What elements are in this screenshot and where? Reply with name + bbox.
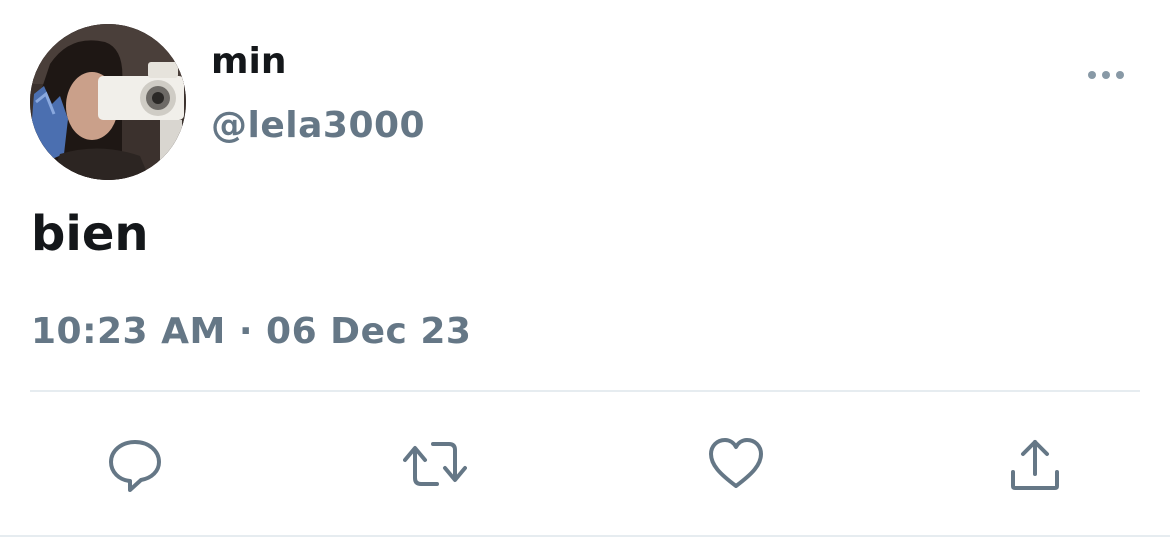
retweet-icon [403,442,467,486]
more-options-button[interactable] [1080,60,1132,90]
share-button[interactable] [1003,432,1067,496]
bottom-divider [0,535,1170,537]
tweet-card: min @lela3000 bien 10:23 AM · 06 Dec 23 [0,0,1170,555]
reply-icon [109,440,161,492]
heart-icon [709,438,763,488]
tweet-text: bien [31,206,149,262]
avatar[interactable] [30,24,186,180]
like-button[interactable] [704,432,768,496]
display-name[interactable]: min [211,40,286,84]
share-icon [1011,440,1059,490]
user-handle[interactable]: @lela3000 [211,104,425,148]
avatar-photo [30,24,186,180]
reply-button[interactable] [103,432,167,496]
divider [30,390,1140,392]
more-icon [1088,71,1124,79]
retweet-button[interactable] [403,432,467,496]
tweet-timestamp[interactable]: 10:23 AM · 06 Dec 23 [31,308,471,356]
